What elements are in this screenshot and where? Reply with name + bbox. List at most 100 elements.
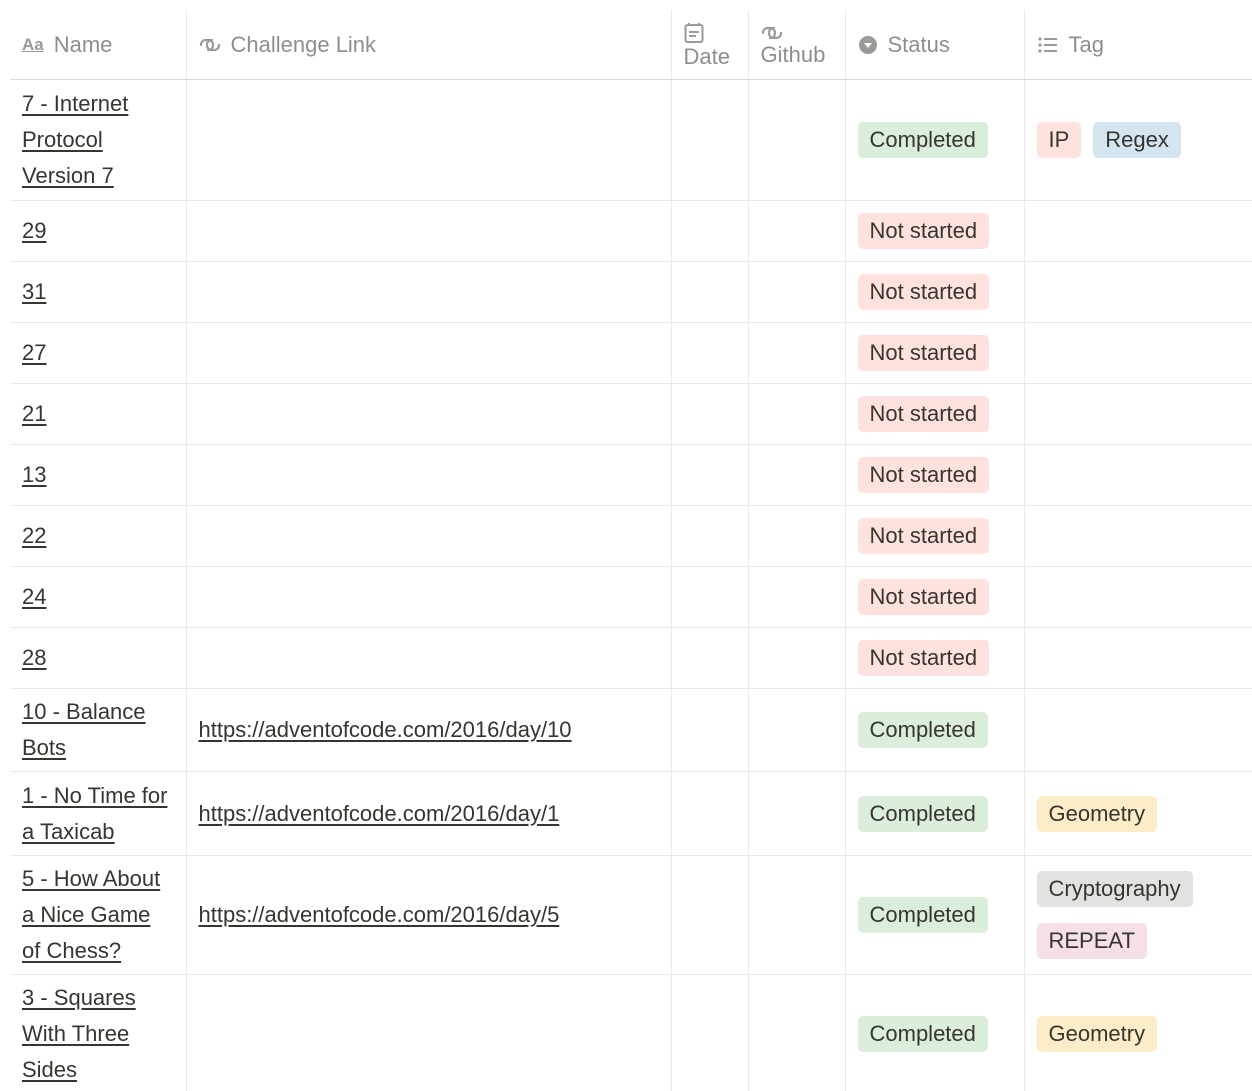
- cell-tag[interactable]: [1023, 261, 1252, 323]
- cell-date[interactable]: [670, 200, 749, 262]
- challenge-link[interactable]: https://adventofcode.com/2016/day/10: [199, 717, 572, 742]
- cell-date[interactable]: [670, 505, 749, 567]
- cell-date[interactable]: [670, 79, 749, 201]
- cell-tag[interactable]: Cryptography REPEAT: [1023, 855, 1252, 975]
- cell-name[interactable]: 7 - Internet Protocol Version 7: [10, 79, 187, 201]
- cell-github[interactable]: [747, 322, 846, 384]
- page-link[interactable]: 7 - Internet Protocol Version 7: [22, 91, 128, 188]
- page-link[interactable]: 28: [22, 645, 46, 670]
- cell-github[interactable]: [747, 383, 846, 445]
- cell-challenge-link[interactable]: [185, 444, 672, 506]
- cell-github[interactable]: [747, 200, 846, 262]
- cell-tag[interactable]: [1023, 322, 1252, 384]
- challenge-link[interactable]: https://adventofcode.com/2016/day/5: [199, 902, 560, 927]
- column-header-date[interactable]: Date: [670, 10, 749, 80]
- cell-tag[interactable]: IP Regex: [1023, 79, 1252, 201]
- cell-date[interactable]: [670, 627, 749, 689]
- cell-name[interactable]: 13: [10, 444, 187, 506]
- cell-name[interactable]: 10 - Balance Bots: [10, 688, 187, 772]
- cell-date[interactable]: [670, 566, 749, 628]
- table-row[interactable]: 31 Not started: [10, 261, 1252, 323]
- cell-github[interactable]: [747, 771, 846, 856]
- page-link[interactable]: 31: [22, 279, 46, 304]
- table-row[interactable]: 10 - Balance Bots https://adventofcode.c…: [10, 688, 1252, 772]
- cell-challenge-link[interactable]: https://adventofcode.com/2016/day/5: [185, 855, 672, 975]
- table-row[interactable]: 21 Not started: [10, 383, 1252, 445]
- cell-github[interactable]: [747, 261, 846, 323]
- table-row[interactable]: 22 Not started: [10, 505, 1252, 567]
- cell-name[interactable]: 28: [10, 627, 187, 689]
- column-header-github[interactable]: Github: [747, 10, 846, 80]
- cell-status[interactable]: Completed: [844, 79, 1025, 201]
- cell-challenge-link[interactable]: [185, 261, 672, 323]
- cell-name[interactable]: 5 - How About a Nice Game of Chess?: [10, 855, 187, 975]
- cell-status[interactable]: Completed: [844, 688, 1025, 772]
- cell-status[interactable]: Not started: [844, 566, 1025, 628]
- cell-challenge-link[interactable]: [185, 974, 672, 1091]
- cell-date[interactable]: [670, 771, 749, 856]
- cell-challenge-link[interactable]: [185, 79, 672, 201]
- cell-date[interactable]: [670, 688, 749, 772]
- page-link[interactable]: 24: [22, 584, 46, 609]
- cell-github[interactable]: [747, 505, 846, 567]
- cell-tag[interactable]: Geometry: [1023, 974, 1252, 1091]
- cell-status[interactable]: Completed: [844, 974, 1025, 1091]
- table-row[interactable]: 29 Not started: [10, 200, 1252, 262]
- cell-status[interactable]: Not started: [844, 383, 1025, 445]
- column-header-challenge-link[interactable]: Challenge Link: [185, 10, 672, 80]
- cell-date[interactable]: [670, 322, 749, 384]
- cell-status[interactable]: Not started: [844, 261, 1025, 323]
- page-link[interactable]: 27: [22, 340, 46, 365]
- cell-tag[interactable]: [1023, 627, 1252, 689]
- cell-status[interactable]: Completed: [844, 855, 1025, 975]
- cell-name[interactable]: 31: [10, 261, 187, 323]
- cell-status[interactable]: Not started: [844, 505, 1025, 567]
- page-link[interactable]: 1 - No Time for a Taxicab: [22, 783, 167, 844]
- cell-name[interactable]: 3 - Squares With Three Sides: [10, 974, 187, 1091]
- cell-tag[interactable]: [1023, 566, 1252, 628]
- table-row[interactable]: 28 Not started: [10, 627, 1252, 689]
- cell-github[interactable]: [747, 627, 846, 689]
- cell-status[interactable]: Not started: [844, 444, 1025, 506]
- cell-date[interactable]: [670, 261, 749, 323]
- table-row[interactable]: 13 Not started: [10, 444, 1252, 506]
- cell-challenge-link[interactable]: https://adventofcode.com/2016/day/1: [185, 771, 672, 856]
- cell-name[interactable]: 29: [10, 200, 187, 262]
- page-link[interactable]: 21: [22, 401, 46, 426]
- cell-status[interactable]: Not started: [844, 322, 1025, 384]
- cell-tag[interactable]: [1023, 505, 1252, 567]
- page-link[interactable]: 3 - Squares With Three Sides: [22, 985, 136, 1082]
- table-row[interactable]: 24 Not started: [10, 566, 1252, 628]
- cell-date[interactable]: [670, 974, 749, 1091]
- cell-tag[interactable]: Geometry: [1023, 771, 1252, 856]
- cell-date[interactable]: [670, 444, 749, 506]
- table-row[interactable]: 1 - No Time for a Taxicab https://advent…: [10, 771, 1252, 856]
- cell-challenge-link[interactable]: [185, 505, 672, 567]
- cell-status[interactable]: Completed: [844, 771, 1025, 856]
- cell-challenge-link[interactable]: [185, 566, 672, 628]
- table-row[interactable]: 7 - Internet Protocol Version 7 Complete…: [10, 79, 1252, 201]
- cell-challenge-link[interactable]: [185, 383, 672, 445]
- cell-status[interactable]: Not started: [844, 627, 1025, 689]
- cell-tag[interactable]: [1023, 444, 1252, 506]
- table-row[interactable]: 3 - Squares With Three Sides Completed G…: [10, 974, 1252, 1091]
- page-link[interactable]: 10 - Balance Bots: [22, 699, 146, 760]
- cell-github[interactable]: [747, 566, 846, 628]
- challenge-link[interactable]: https://adventofcode.com/2016/day/1: [199, 801, 560, 826]
- cell-name[interactable]: 22: [10, 505, 187, 567]
- cell-name[interactable]: 1 - No Time for a Taxicab: [10, 771, 187, 856]
- cell-challenge-link[interactable]: [185, 200, 672, 262]
- cell-tag[interactable]: [1023, 688, 1252, 772]
- cell-status[interactable]: Not started: [844, 200, 1025, 262]
- column-header-tag[interactable]: Tag: [1023, 10, 1252, 80]
- page-link[interactable]: 29: [22, 218, 46, 243]
- page-link[interactable]: 13: [22, 462, 46, 487]
- cell-name[interactable]: 24: [10, 566, 187, 628]
- table-row[interactable]: 5 - How About a Nice Game of Chess? http…: [10, 855, 1252, 975]
- cell-challenge-link[interactable]: https://adventofcode.com/2016/day/10: [185, 688, 672, 772]
- page-link[interactable]: 22: [22, 523, 46, 548]
- page-link[interactable]: 5 - How About a Nice Game of Chess?: [22, 866, 160, 963]
- cell-date[interactable]: [670, 383, 749, 445]
- table-row[interactable]: 27 Not started: [10, 322, 1252, 384]
- cell-tag[interactable]: [1023, 200, 1252, 262]
